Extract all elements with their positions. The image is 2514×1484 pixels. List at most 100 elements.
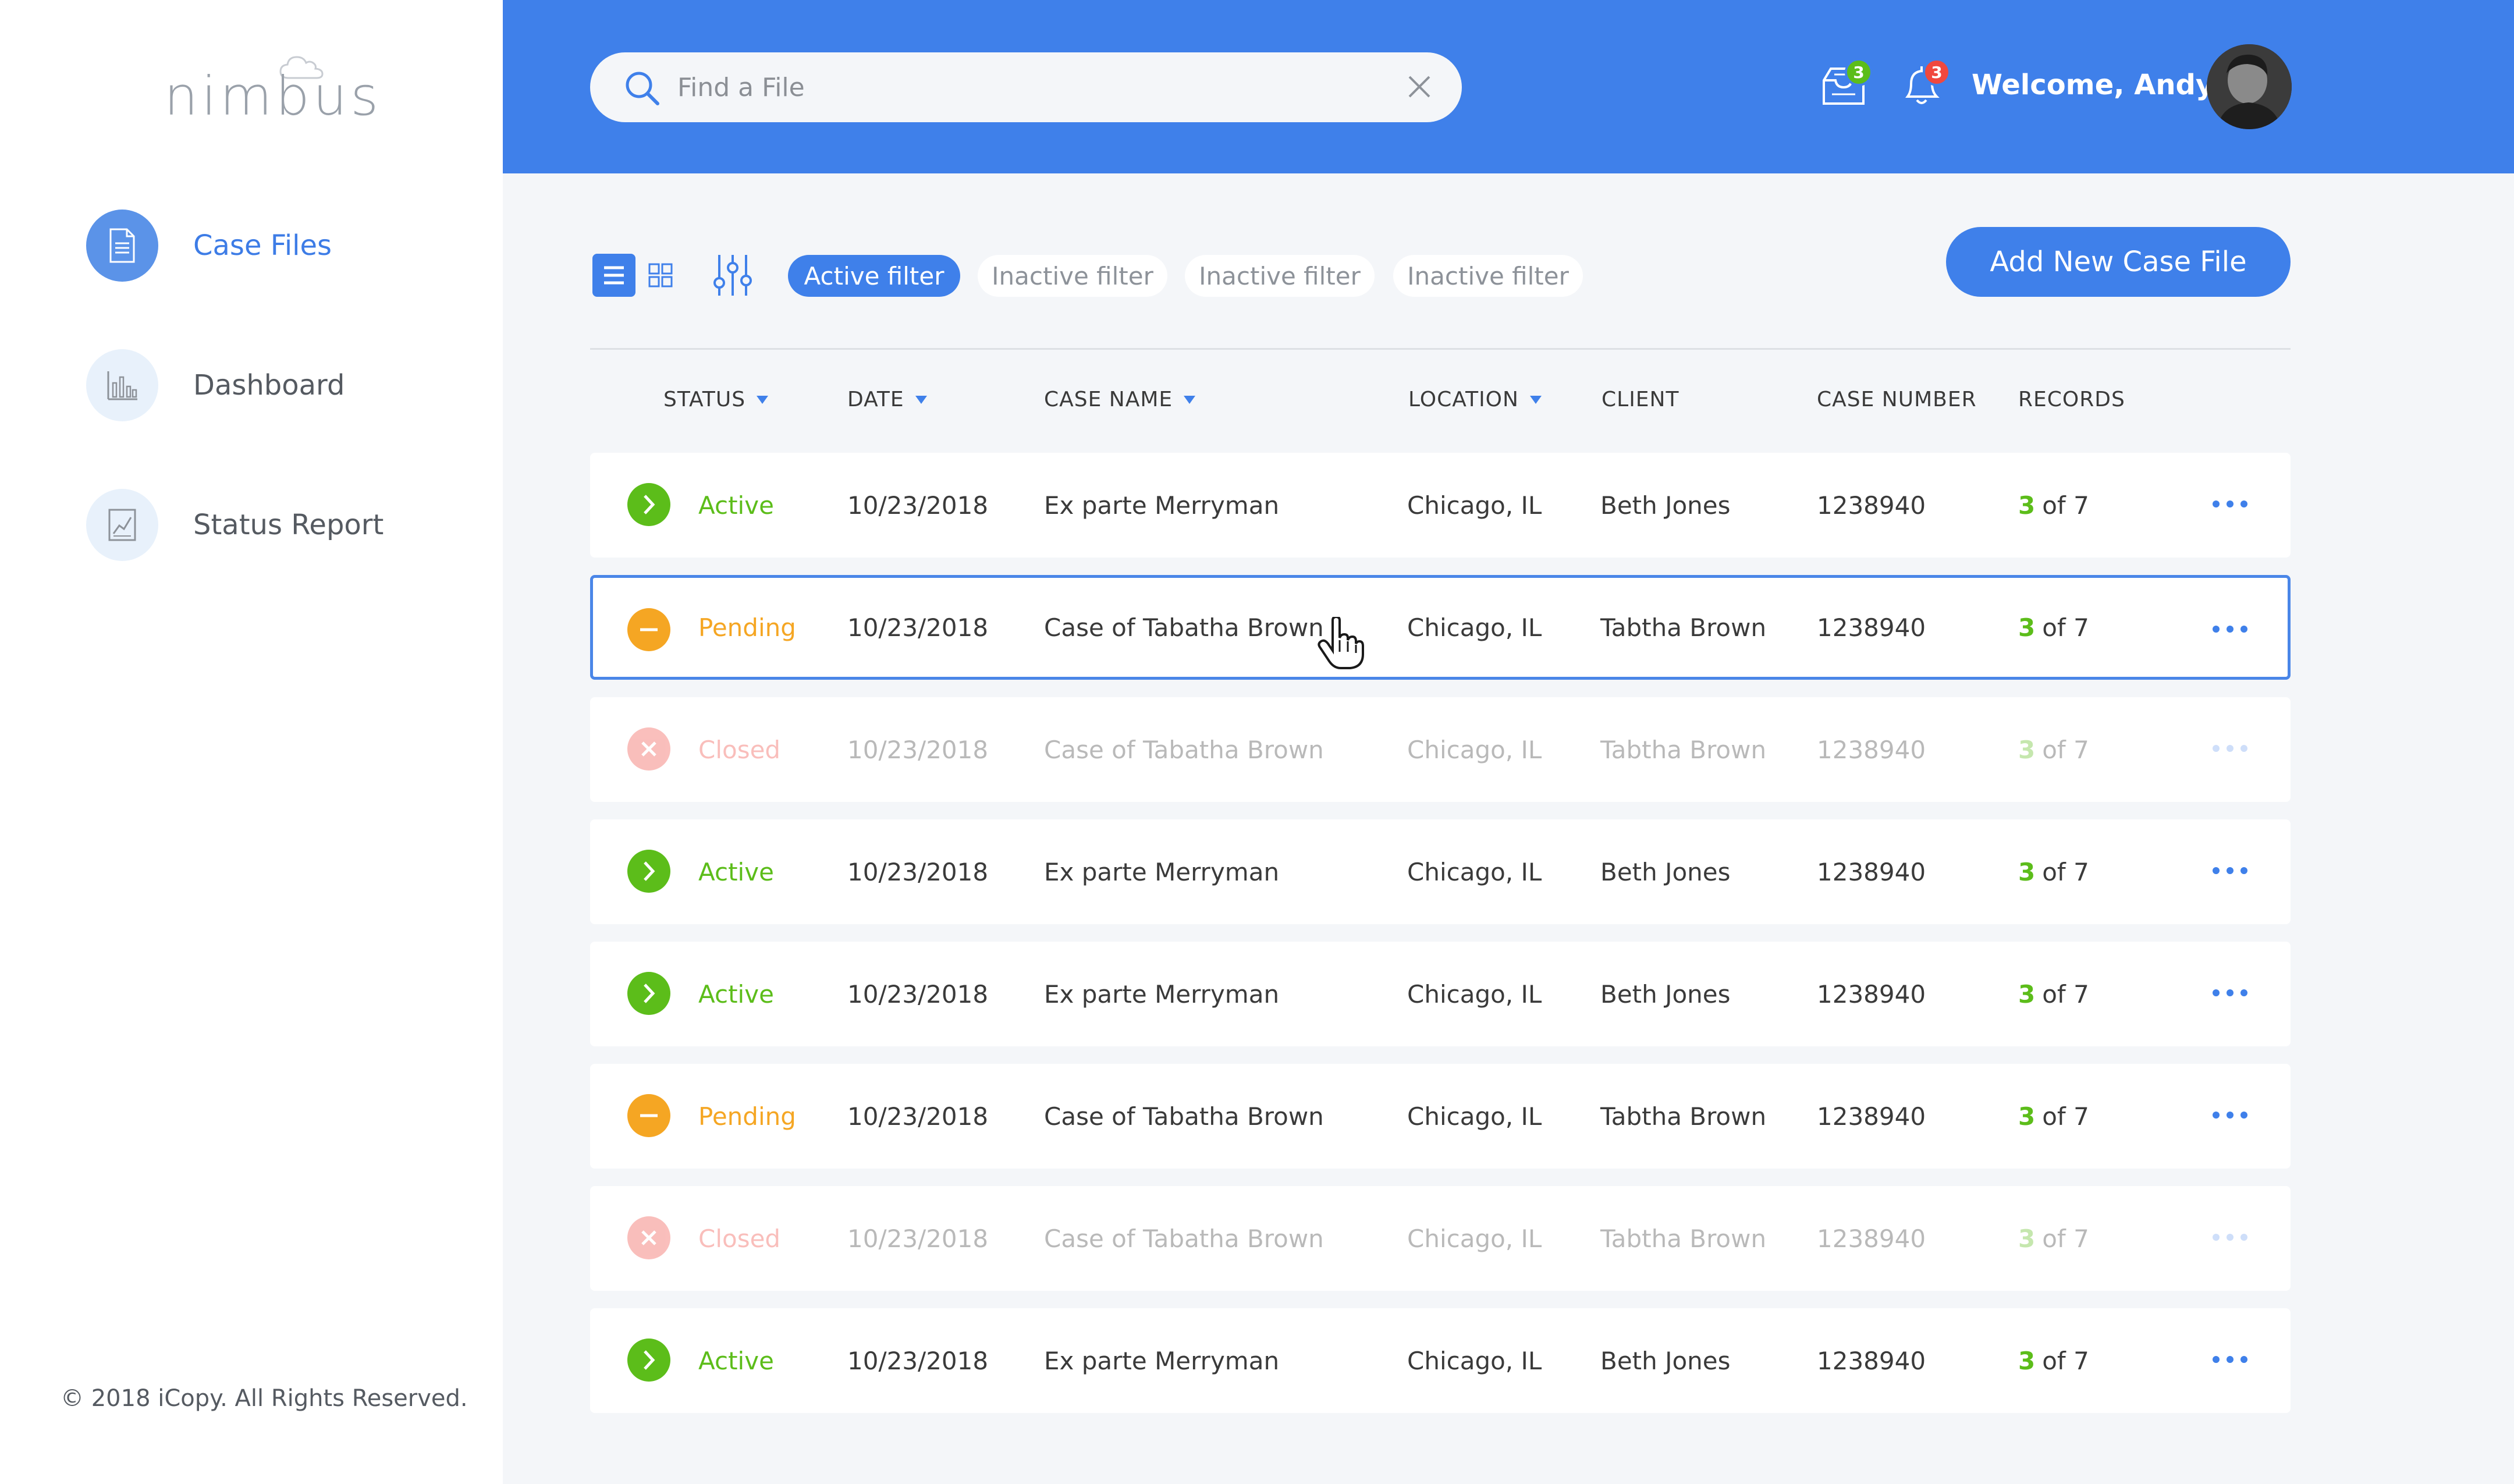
- more-options-icon[interactable]: [2213, 1354, 2247, 1365]
- logo[interactable]: nimbus: [164, 54, 378, 123]
- notifications-button[interactable]: 3: [1898, 58, 1951, 113]
- case-number-cell: 1238940: [1817, 979, 1926, 1009]
- records-done: 3: [2018, 1102, 2036, 1131]
- client-cell: Beth Jones: [1600, 979, 1731, 1009]
- table-row[interactable]: Pending 10/23/2018 Case of Tabatha Brown…: [590, 1064, 2291, 1169]
- list-view-button[interactable]: [592, 254, 635, 297]
- status-badge: [627, 850, 670, 893]
- records-cell: 3 of 7: [2018, 697, 2089, 802]
- more-options-icon[interactable]: [2213, 1231, 2247, 1243]
- chevron-right-icon: [644, 984, 655, 1003]
- table-row[interactable]: Active 10/23/2018 Ex parte Merryman Chic…: [590, 453, 2291, 558]
- messages-button[interactable]: 3: [1819, 58, 1873, 113]
- more-options-icon[interactable]: [2213, 1109, 2247, 1121]
- date-cell: 10/23/2018: [847, 857, 989, 886]
- avatar[interactable]: [2207, 44, 2292, 129]
- records-total: of 7: [2042, 735, 2089, 764]
- more-options-icon[interactable]: [2213, 865, 2247, 876]
- case-name-cell: Ex parte Merryman: [1044, 1346, 1280, 1375]
- column-header-status[interactable]: STATUS: [663, 388, 769, 411]
- location-cell: Chicago, IL: [1407, 1346, 1542, 1375]
- client-cell: Tabtha Brown: [1600, 735, 1767, 764]
- column-header-location[interactable]: LOCATION: [1408, 388, 1542, 411]
- welcome-text: Welcome, Andy: [1972, 69, 2214, 101]
- status-text: Pending: [698, 613, 796, 642]
- search-input[interactable]: [677, 52, 1376, 122]
- records-total: of 7: [2042, 1346, 2089, 1375]
- sort-down-icon: [915, 395, 927, 404]
- column-header-client: CLIENT: [1602, 388, 1679, 411]
- date-cell: 10/23/2018: [847, 613, 989, 642]
- case-name-cell: Ex parte Merryman: [1044, 979, 1280, 1009]
- location-cell: Chicago, IL: [1407, 857, 1542, 886]
- status-badge: [627, 727, 670, 771]
- sidebar-item-dashboard[interactable]: Dashboard: [86, 349, 345, 421]
- sort-down-icon: [757, 395, 769, 404]
- case-name-cell: Ex parte Merryman: [1044, 491, 1280, 520]
- document-icon: [109, 228, 135, 263]
- client-cell: Beth Jones: [1600, 1346, 1731, 1375]
- more-options-icon[interactable]: [2213, 743, 2247, 754]
- grid-icon: [648, 263, 673, 287]
- table-row[interactable]: Closed 10/23/2018 Case of Tabatha Brown …: [590, 697, 2291, 802]
- search-bar[interactable]: [590, 52, 1462, 122]
- status-text: Active: [698, 979, 774, 1009]
- filter-chip-inactive[interactable]: Inactive filter: [1393, 255, 1583, 297]
- status-text: Active: [698, 1346, 774, 1375]
- close-icon[interactable]: [1406, 73, 1433, 100]
- case-name-cell: Case of Tabatha Brown: [1044, 735, 1324, 764]
- user-menu[interactable]: Welcome, Andy: [1972, 69, 2234, 101]
- records-total: of 7: [2042, 857, 2089, 886]
- status-badge: [627, 608, 670, 651]
- status-text: Active: [698, 491, 774, 520]
- status-text: Closed: [698, 735, 781, 764]
- status-text: Active: [698, 857, 774, 886]
- status-badge: [627, 1339, 670, 1382]
- filter-chip-active[interactable]: Active filter: [788, 255, 960, 297]
- add-new-case-file-button[interactable]: Add New Case File: [1946, 227, 2291, 297]
- table-row[interactable]: Pending 10/23/2018 Case of Tabatha Brown…: [590, 575, 2291, 680]
- records-cell: 3 of 7: [2018, 1308, 2089, 1413]
- sort-down-icon: [1184, 395, 1196, 404]
- more-options-icon[interactable]: [2213, 623, 2247, 635]
- records-done: 3: [2018, 979, 2036, 1009]
- location-cell: Chicago, IL: [1407, 613, 1542, 642]
- location-cell: Chicago, IL: [1407, 1102, 1542, 1131]
- records-total: of 7: [2042, 613, 2089, 642]
- bar-chart-icon: [107, 371, 137, 400]
- copyright: © 2018 iCopy. All Rights Reserved.: [61, 1385, 468, 1412]
- records-total: of 7: [2042, 979, 2089, 1009]
- sidebar-item-label: Case Files: [193, 229, 332, 262]
- user-photo: [2207, 44, 2292, 129]
- sidebar-item-case-files[interactable]: Case Files: [86, 210, 332, 282]
- status-badge: [627, 1216, 670, 1259]
- case-number-cell: 1238940: [1817, 1346, 1926, 1375]
- column-header-date[interactable]: DATE: [847, 388, 928, 411]
- case-name-cell: Ex parte Merryman: [1044, 857, 1280, 886]
- date-cell: 10/23/2018: [847, 1102, 989, 1131]
- more-options-icon[interactable]: [2213, 987, 2247, 999]
- records-done: 3: [2018, 735, 2036, 764]
- more-options-icon[interactable]: [2213, 498, 2247, 510]
- chevron-right-icon: [644, 495, 655, 514]
- filter-settings-button[interactable]: [711, 251, 754, 299]
- table-row[interactable]: Active 10/23/2018 Ex parte Merryman Chic…: [590, 1308, 2291, 1413]
- date-cell: 10/23/2018: [847, 1224, 989, 1253]
- location-cell: Chicago, IL: [1407, 1224, 1542, 1253]
- table-row[interactable]: Active 10/23/2018 Ex parte Merryman Chic…: [590, 942, 2291, 1046]
- grid-view-button[interactable]: [639, 254, 682, 297]
- status-badge: [627, 972, 670, 1015]
- table-row[interactable]: Closed 10/23/2018 Case of Tabatha Brown …: [590, 1186, 2291, 1291]
- records-cell: 3 of 7: [2018, 819, 2089, 924]
- case-number-cell: 1238940: [1817, 1102, 1926, 1131]
- sidebar-item-status-report[interactable]: Status Report: [86, 489, 384, 561]
- date-cell: 10/23/2018: [847, 735, 989, 764]
- records-cell: 3 of 7: [2018, 578, 2089, 677]
- filter-chip-inactive[interactable]: Inactive filter: [1185, 255, 1375, 297]
- filter-chip-inactive[interactable]: Inactive filter: [978, 255, 1167, 297]
- close-icon: [641, 1230, 656, 1245]
- table-row[interactable]: Active 10/23/2018 Ex parte Merryman Chic…: [590, 819, 2291, 924]
- records-total: of 7: [2042, 1224, 2089, 1253]
- column-header-case-name[interactable]: CASE NAME: [1044, 388, 1196, 411]
- client-cell: Tabtha Brown: [1600, 1224, 1767, 1253]
